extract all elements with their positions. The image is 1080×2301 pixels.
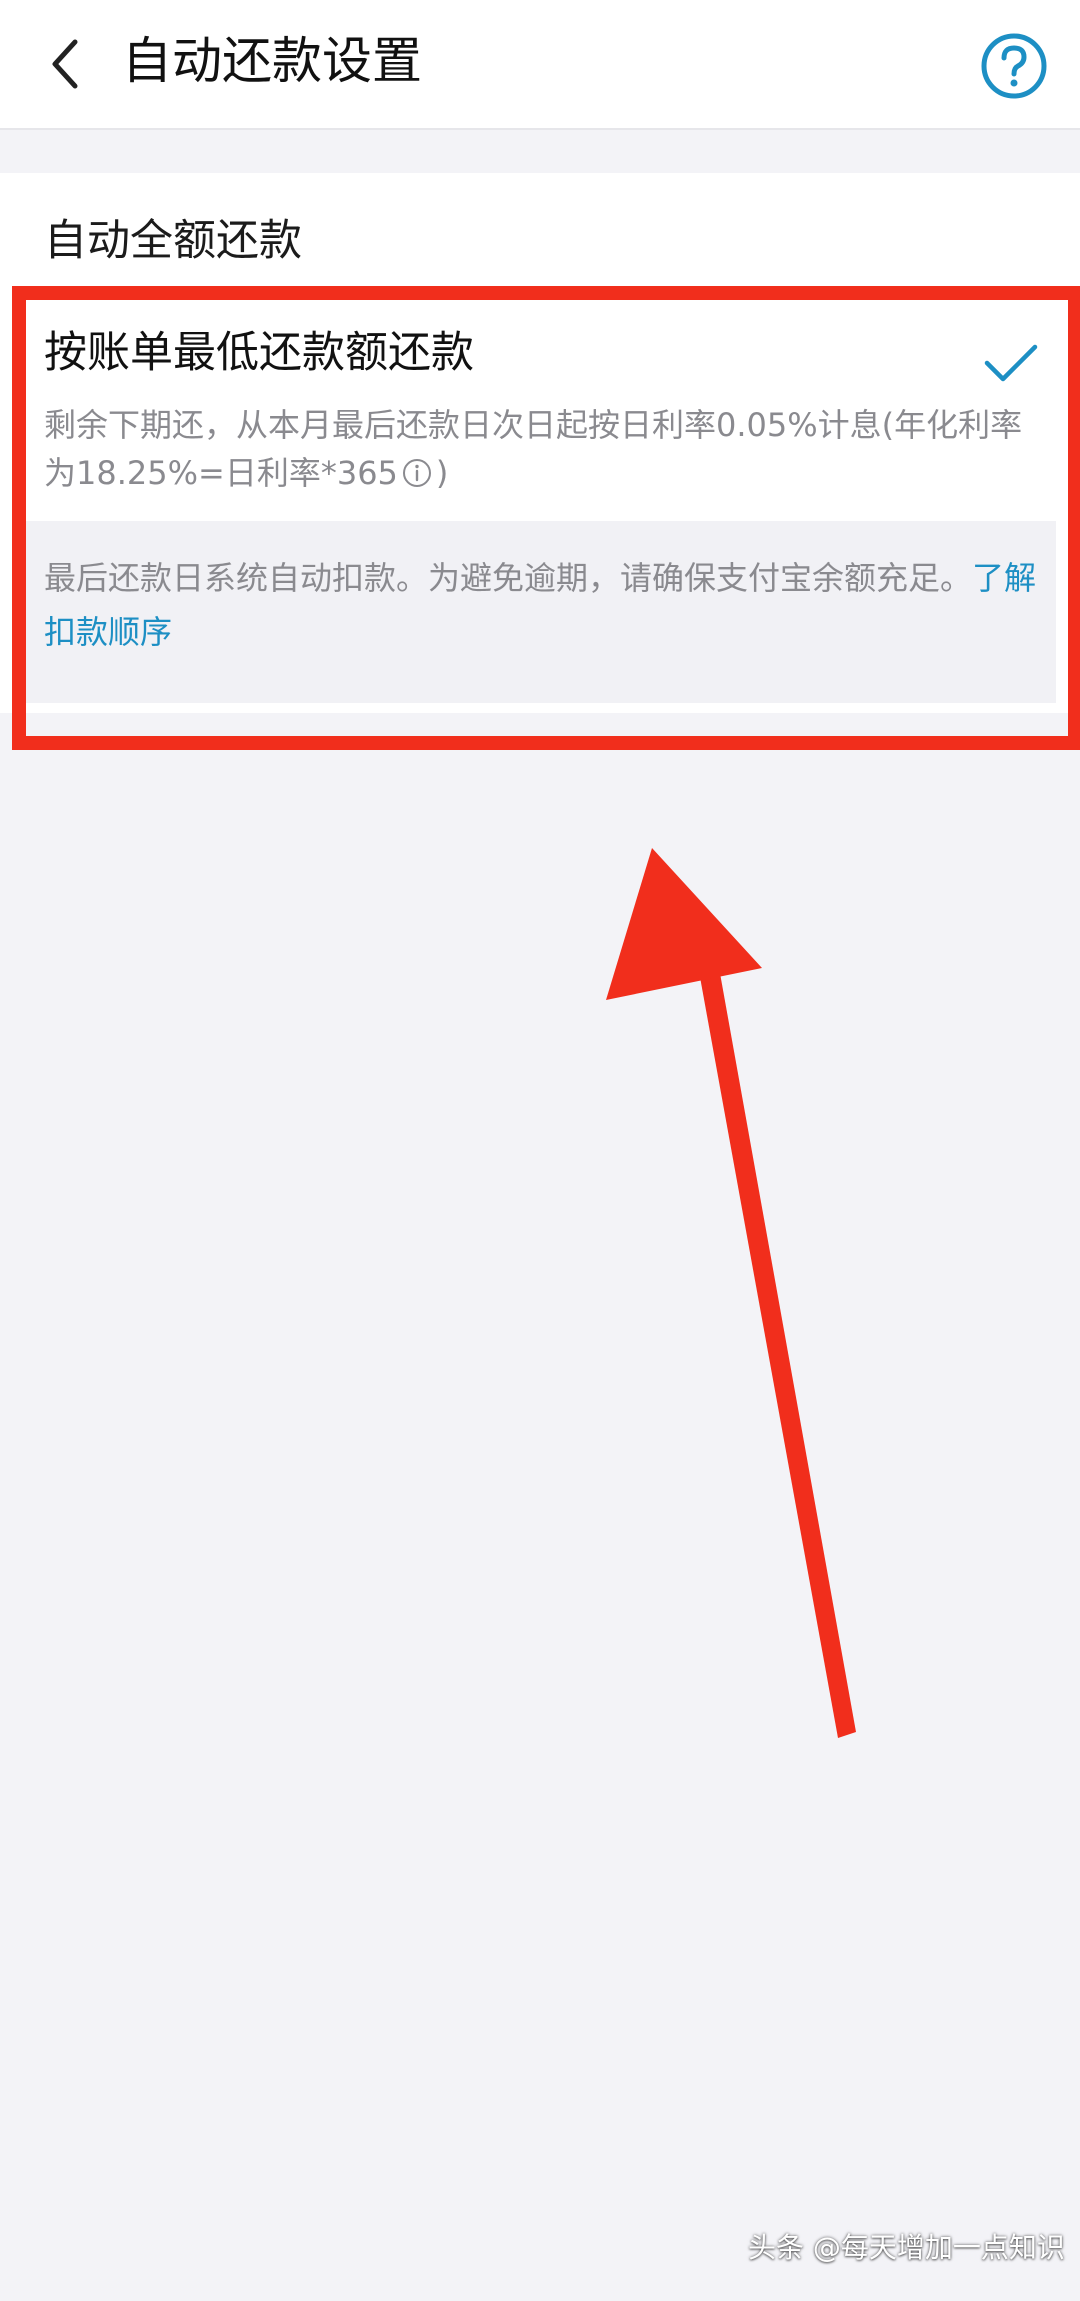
notice-text: 最后还款日系统自动扣款。为避免逾期，请确保支付宝余额充足。了解扣款顺序 <box>44 551 1044 659</box>
chevron-left-icon <box>52 39 78 89</box>
question-circle-icon <box>981 33 1047 99</box>
page-title: 自动还款设置 <box>122 32 422 90</box>
nav-bar: 自动还款设置 <box>0 0 1080 130</box>
description-text: 剩余下期还，从本月最后还款日次日起按日利率0.05%计息(年化利率为18.25%… <box>44 406 1023 492</box>
auto-debit-notice: 最后还款日系统自动扣款。为避免逾期，请确保支付宝余额充足。了解扣款顺序 <box>24 521 1056 703</box>
notice-body: 最后还款日系统自动扣款。为避免逾期，请确保支付宝余额充足。 <box>44 559 973 597</box>
option-full-repayment[interactable]: 自动全额还款 <box>44 211 302 271</box>
watermark: 头条 @每天增加一点知识 <box>748 2231 1065 2264</box>
help-button[interactable] <box>980 32 1048 100</box>
back-button[interactable] <box>30 24 100 104</box>
description-tail: ) <box>435 454 449 492</box>
option-minimum-repayment[interactable]: 按账单最低还款额还款 <box>44 323 474 383</box>
option-minimum-description: 剩余下期还，从本月最后还款日次日起按日利率0.05%计息(年化利率为18.25%… <box>44 401 1034 497</box>
checkmark-icon <box>984 344 1038 382</box>
info-icon[interactable] <box>402 458 432 488</box>
repayment-options-card: 自动全额还款 按账单最低还款额还款 剩余下期还，从本月最后还款日次日起按日利率0… <box>0 173 1080 713</box>
